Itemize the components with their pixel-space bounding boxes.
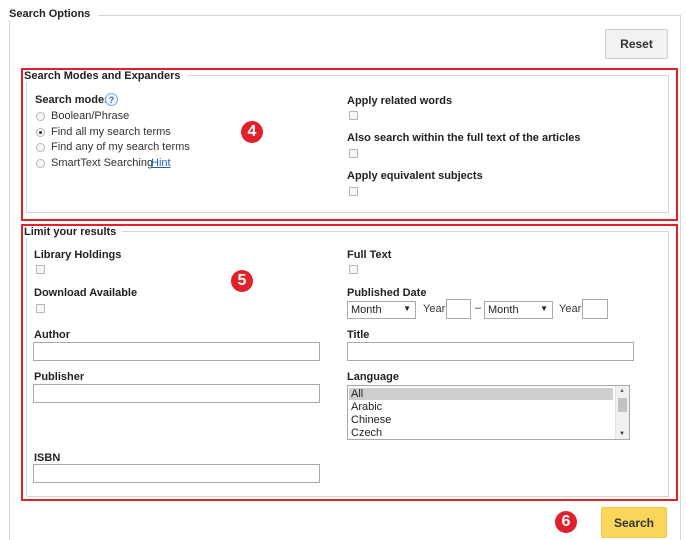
language-option-chinese[interactable]: Chinese — [349, 414, 613, 426]
also-search-full-text-label: Also search within the full text of the … — [347, 132, 581, 144]
author-input[interactable] — [33, 342, 320, 361]
full-text-checkbox[interactable] — [349, 265, 358, 274]
year-to-label: Year: — [559, 303, 585, 315]
limit-results-title: Limit your results — [24, 226, 123, 238]
apply-related-words-checkbox[interactable] — [349, 111, 358, 120]
published-month-to-value: Month — [488, 304, 519, 316]
search-options-title: Search Options — [9, 8, 99, 20]
published-month-from-select[interactable]: Month ▼ — [347, 301, 416, 319]
hint-link[interactable]: Hint — [151, 157, 171, 169]
apply-related-words-label: Apply related words — [347, 95, 453, 107]
download-available-checkbox[interactable] — [36, 304, 45, 313]
radio-smarttext-searching[interactable] — [36, 159, 45, 168]
language-scrollbar[interactable]: ▲ ▼ — [615, 386, 629, 439]
library-holdings-label: Library Holdings — [34, 249, 122, 261]
annotation-badge-4: 4 — [241, 121, 263, 143]
publisher-label: Publisher — [34, 371, 85, 383]
reset-button[interactable]: Reset — [605, 29, 668, 59]
search-button[interactable]: Search — [601, 507, 667, 538]
published-date-label: Published Date — [347, 287, 427, 299]
scroll-down-icon[interactable]: ▼ — [619, 431, 625, 437]
published-month-to-select[interactable]: Month ▼ — [484, 301, 553, 319]
isbn-input[interactable] — [33, 464, 320, 483]
radio-boolean-phrase[interactable] — [36, 112, 45, 121]
search-modes-label: Search modes — [35, 94, 111, 106]
isbn-label: ISBN — [34, 452, 61, 464]
download-available-label: Download Available — [34, 287, 138, 299]
publisher-input[interactable] — [33, 384, 320, 403]
year-from-label: Year: — [423, 303, 449, 315]
language-label: Language — [347, 371, 399, 383]
radio-find-all-terms[interactable] — [36, 128, 45, 137]
title-label: Title — [347, 329, 370, 341]
published-month-from-value: Month — [351, 304, 382, 316]
scroll-thumb[interactable] — [618, 398, 627, 412]
date-range-dash: – — [475, 302, 482, 314]
title-input[interactable] — [347, 342, 634, 361]
radio-boolean-phrase-label: Boolean/Phrase — [51, 110, 130, 122]
chevron-down-icon: ▼ — [540, 304, 548, 313]
author-label: Author — [34, 329, 71, 341]
annotation-badge-6: 6 — [555, 511, 577, 533]
radio-find-any-terms[interactable] — [36, 143, 45, 152]
full-text-label: Full Text — [347, 249, 392, 261]
language-option-all[interactable]: All — [349, 388, 613, 400]
language-option-arabic[interactable]: Arabic — [349, 401, 613, 413]
also-search-full-text-checkbox[interactable] — [349, 149, 358, 158]
scroll-up-icon[interactable]: ▲ — [619, 388, 625, 394]
limit-results-fieldset — [26, 231, 669, 497]
language-listbox[interactable]: All Arabic Chinese Czech ▲ ▼ — [347, 385, 630, 440]
language-option-czech[interactable]: Czech — [349, 427, 613, 439]
chevron-down-icon: ▼ — [403, 304, 411, 313]
help-icon[interactable]: ? — [105, 93, 118, 106]
apply-equivalent-subjects-label: Apply equivalent subjects — [347, 170, 483, 182]
search-modes-expanders-title: Search Modes and Expanders — [24, 70, 187, 82]
year-from-input[interactable] — [446, 299, 471, 319]
year-to-input[interactable] — [582, 299, 608, 319]
annotation-badge-5: 5 — [231, 270, 253, 292]
radio-find-all-terms-label: Find all my search terms — [51, 126, 171, 138]
library-holdings-checkbox[interactable] — [36, 265, 45, 274]
radio-find-any-terms-label: Find any of my search terms — [51, 141, 190, 153]
radio-smarttext-searching-label: SmartText Searching — [51, 157, 154, 169]
apply-equivalent-subjects-checkbox[interactable] — [349, 187, 358, 196]
